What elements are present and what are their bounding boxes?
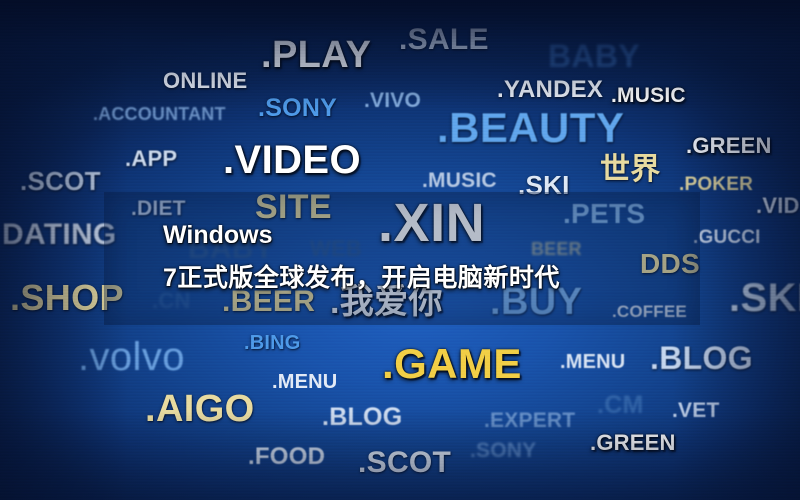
wordcloud-word: .VIDEO [223,138,361,182]
wordcloud-word: .BING [244,332,301,354]
wordcloud-word: .AIGO [145,388,255,430]
wordcloud-word: .GREEN [686,133,772,158]
wordcloud-word: .SONY [470,439,537,462]
wordcloud-word: .GAME [382,340,522,387]
wordcloud-word: .volvo [78,335,185,379]
wordcloud-word: BABY [548,38,640,74]
wordcloud-word: .SCOT [358,446,452,479]
wordcloud-word: .YANDEX [497,76,604,103]
wordcloud-word: .PLAY [261,34,372,76]
wordcloud-word: .SONY [258,94,338,122]
wordcloud-word: .VID [756,193,800,218]
wordcloud-word: .BLOG [322,403,403,431]
wordcloud-word: .APP [125,146,178,171]
wordcloud-word: .ACCOUNTANT [93,104,226,124]
wordcloud-word: .CM [597,391,644,419]
wordcloud-word: ONLINE [163,68,248,93]
caption-text: Windows 7正式版全球发布，开启电脑新时代 [163,214,683,300]
wordcloud-word: DATING [2,218,117,251]
wordcloud-word: .SCOT [20,166,101,196]
caption-line-1: Windows [163,221,273,249]
wordcloud-word: .VET [672,399,720,422]
wordcloud-word: .EXPERT [484,409,576,432]
wordcloud-word: .VIVO [364,89,422,112]
wordcloud-word: .SALE [399,23,489,56]
wordcloud-word: .BEAUTY [437,104,625,151]
wordcloud-word: .GUCCI [693,227,761,248]
wordcloud-banner: .PLAY .SALE BABY ONLINE .YANDEX .MUSIC .SONY .V… [0,0,800,500]
wordcloud-word: .GREEN [590,430,676,455]
wordcloud-word: .FOOD [248,443,326,470]
wordcloud-word: .MENU [560,351,626,373]
wordcloud-word: .SKI [729,276,800,320]
wordcloud-word: .MUSIC [611,84,686,107]
wordcloud-word: .MENU [272,371,338,393]
wordcloud-word: .MUSIC [422,169,497,192]
wordcloud-word: .BLOG [650,340,753,376]
wordcloud-word: 世界 [600,153,661,186]
caption-line-2: 7正式版全球发布，开启电脑新时代 [163,264,560,292]
